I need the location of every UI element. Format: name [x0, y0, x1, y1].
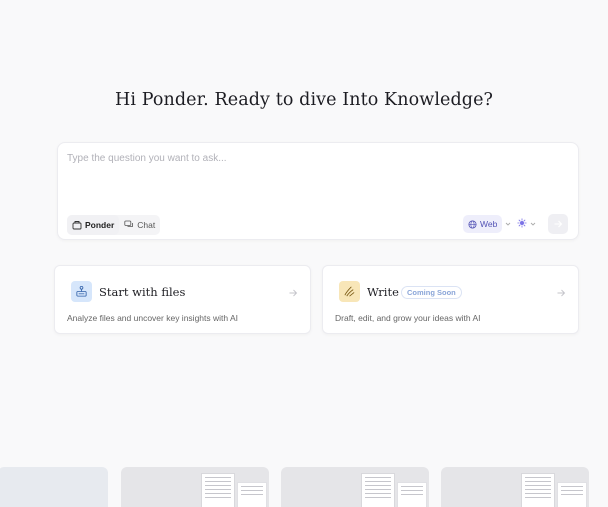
document-thumbnail	[521, 473, 555, 507]
coming-soon-badge: Coming Soon	[401, 286, 462, 299]
start-with-files-card[interactable]: Start with files Analyze files and uncov…	[54, 265, 311, 334]
write-icon	[344, 286, 355, 297]
document-thumbnail	[201, 473, 235, 507]
document-thumbnail	[361, 473, 395, 507]
ponder-mode-button[interactable]: Ponder	[67, 215, 120, 235]
send-arrow-icon	[554, 220, 563, 228]
web-label: Web	[480, 219, 498, 229]
send-button[interactable]	[548, 214, 568, 234]
question-input[interactable]	[67, 153, 557, 164]
preview-thumbnail[interactable]	[281, 467, 429, 507]
web-search-toggle[interactable]: Web	[463, 215, 503, 233]
files-icon-box	[71, 281, 92, 302]
write-card-title: Write	[367, 285, 399, 299]
document-thumbnail	[237, 482, 267, 507]
document-thumbnail	[557, 482, 587, 507]
chevron-down-icon[interactable]	[504, 220, 512, 228]
prompt-card: Ponder Chat Web	[57, 142, 579, 240]
write-card-description: Draft, edit, and grow your ideas with AI	[335, 313, 481, 323]
write-icon-box	[339, 281, 360, 302]
greeting-heading: Hi Ponder. Ready to dive Into Knowledge?	[114, 90, 494, 110]
chat-icon	[124, 220, 134, 227]
arrow-right-icon	[289, 289, 298, 297]
mode-selector: Ponder Chat	[67, 215, 161, 235]
preview-thumbnail[interactable]	[441, 467, 589, 507]
write-card[interactable]: Write Coming Soon Draft, edit, and grow …	[322, 265, 579, 334]
ponder-icon	[72, 221, 82, 230]
model-icon[interactable]	[517, 218, 527, 228]
files-icon	[76, 285, 87, 297]
chat-mode-button[interactable]: Chat	[119, 215, 160, 235]
chat-mode-label: Chat	[137, 220, 156, 230]
arrow-right-icon	[557, 289, 566, 297]
files-card-description: Analyze files and uncover key insights w…	[67, 313, 239, 323]
preview-thumbnail[interactable]	[0, 467, 108, 507]
ponder-mode-label: Ponder	[85, 220, 115, 230]
files-card-title: Start with files	[99, 285, 186, 299]
preview-thumbnail[interactable]	[121, 467, 269, 507]
model-chevron-icon[interactable]	[529, 220, 537, 228]
document-thumbnail	[397, 482, 427, 507]
globe-icon	[468, 219, 477, 229]
